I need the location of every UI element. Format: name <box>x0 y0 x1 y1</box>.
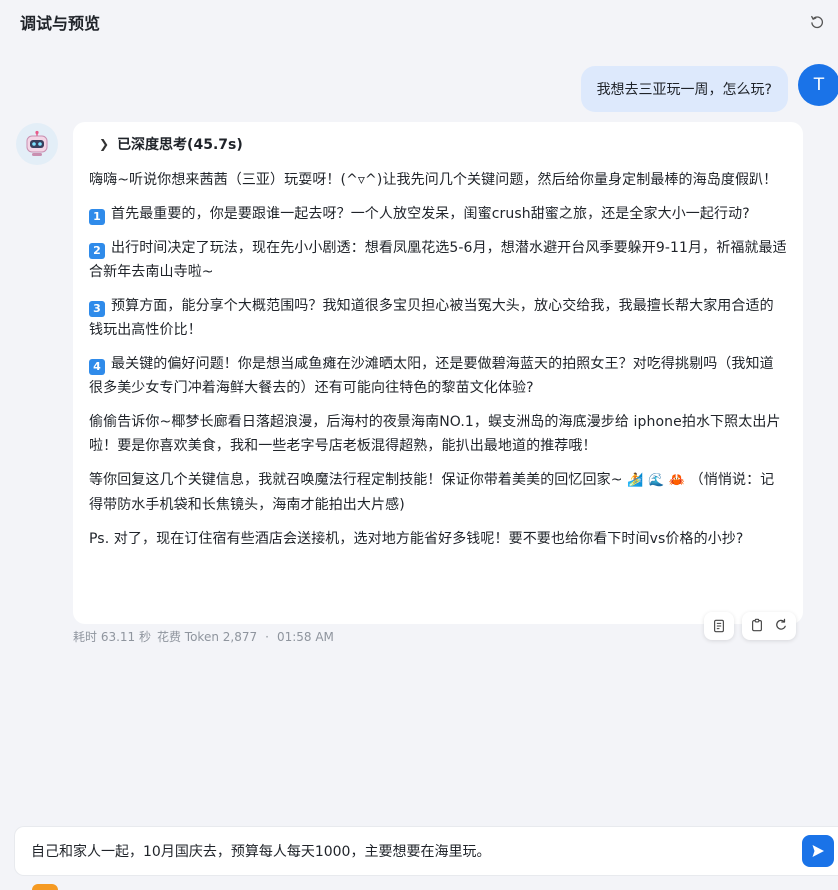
surfing-emoji: 🏄 <box>627 473 644 488</box>
chat-preview-page: 调试与预览 我想去三亚玩一周，怎么玩? T ❯ 已深度思考(45.7s) 嗨嗨~… <box>0 0 838 890</box>
meta-separator: · <box>265 629 269 644</box>
user-avatar: T <box>798 64 838 106</box>
bot-paragraph: 1 首先最重要的，你是要跟谁一起去呀？一个人放空发呆，闺蜜crush甜蜜之旅，还是… <box>89 202 787 226</box>
bot-paragraph-text: 偷偷告诉你~椰梦长廊看日落超浪漫，后海村的夜景海南NO.1，蜈支洲岛的海底漫步给… <box>89 414 781 454</box>
token-text: 花费 Token 2,877 <box>156 630 258 644</box>
document-button[interactable] <box>704 612 734 640</box>
bot-paragraph-text: 预算方面，能分享个大概范围吗？我知道很多宝贝担心被当冤大头，放心交给我，我最擅长… <box>89 298 774 338</box>
copy-icon <box>752 618 762 631</box>
bot-paragraph: Ps. 对了，现在订住宿有些酒店会送接机，选对地方能省好多钱呢！要不要也给你看下… <box>89 527 787 551</box>
bot-paragraph: 3 预算方面，能分享个大概范围吗？我知道很多宝贝担心被当冤大头，放心交给我，我最擅… <box>89 294 787 342</box>
bot-paragraph: 偷偷告诉你~椰梦长廊看日落超浪漫，后海村的夜景海南NO.1，蜈支洲岛的海底漫步给… <box>89 410 787 458</box>
user-message-row: 我想去三亚玩一周，怎么玩? T <box>0 64 838 112</box>
bot-paragraph: 4 最关键的偏好问题！你是想当咸鱼瘫在沙滩晒太阳，还是要做碧海蓝天的拍照女王？对吃… <box>89 352 787 400</box>
user-message-bubble: 我想去三亚玩一周，怎么玩? <box>580 66 788 112</box>
wave-emoji: 🌊 <box>647 473 665 488</box>
message-actions <box>704 612 796 640</box>
crab-emoji: 🦀 <box>668 473 686 488</box>
message-input-box <box>14 826 838 876</box>
bot-paragraph-text: 最关键的偏好问题！你是想当咸鱼瘫在沙滩晒太阳，还是要做碧海蓝天的拍照女王？对吃得… <box>89 356 774 396</box>
send-icon <box>812 845 824 857</box>
bot-paragraph: 等你回复这几个关键信息，我就召唤魔法行程定制技能！保证你带着美美的回忆回家~ 🏄… <box>89 468 787 517</box>
document-icon <box>714 619 724 633</box>
copy-regenerate-group <box>742 612 796 640</box>
thinking-label: 已深度思考(45.7s) <box>117 137 243 153</box>
bot-paragraph-text: 出行时间决定了玩法，现在先小小剧透：想看凤凰花选5-6月，想潜水避开台风季要躲开… <box>89 240 787 280</box>
regenerate-button[interactable] <box>774 617 788 636</box>
refresh-icon <box>811 15 824 29</box>
chevron-right-icon: ❯ <box>99 137 110 151</box>
bot-paragraph-text: 首先最重要的，你是要跟谁一起去呀？一个人放空发呆，闺蜜crush甜蜜之旅，还是全… <box>111 206 750 222</box>
bottom-tab-indicator <box>32 884 58 890</box>
bot-message-card: ❯ 已深度思考(45.7s) 嗨嗨~听说你想来茜茜（三亚）玩耍呀！(^▿^)让我… <box>73 122 803 624</box>
deep-thinking-toggle[interactable]: ❯ 已深度思考(45.7s) <box>89 134 787 154</box>
bot-paragraph: 2 出行时间决定了玩法，现在先小小剧透：想看凤凰花选5-6月，想潜水避开台风季要躲… <box>89 236 787 284</box>
refresh-button[interactable] <box>806 11 828 33</box>
bot-paragraph: 嗨嗨~听说你想来茜茜（三亚）玩耍呀！(^▿^)让我先问几个关键问题，然后给你量身… <box>89 168 787 192</box>
number-badge: 1 <box>89 209 105 225</box>
copy-button[interactable] <box>750 617 764 636</box>
time-text: 01:58 AM <box>276 629 334 644</box>
robot-icon <box>26 130 48 156</box>
send-button[interactable] <box>802 835 834 867</box>
number-badge: 2 <box>89 243 105 259</box>
bot-paragraph-text: 等你回复这几个关键信息，我就召唤魔法行程定制技能！保证你带着美美的回忆回家~ <box>89 472 623 488</box>
number-badge: 3 <box>89 301 105 317</box>
bot-paragraph-text: Ps. 对了，现在订住宿有些酒店会送接机，选对地方能省好多钱呢！要不要也给你看下… <box>89 531 744 547</box>
duration-text: 耗时 63.11 秒 <box>73 630 151 644</box>
bot-paragraph-text: 嗨嗨~听说你想来茜茜（三亚）玩耍呀！(^▿^)让我先问几个关键问题，然后给你量身… <box>89 172 778 188</box>
message-input[interactable] <box>15 843 802 859</box>
header: 调试与预览 <box>0 0 838 44</box>
message-meta: 耗时 63.11 秒 花费 Token 2,877 · 01:58 AM <box>73 628 334 645</box>
regenerate-icon <box>776 618 786 630</box>
number-badge: 4 <box>89 359 105 375</box>
bot-avatar <box>16 123 58 165</box>
page-title: 调试与预览 <box>20 14 101 33</box>
